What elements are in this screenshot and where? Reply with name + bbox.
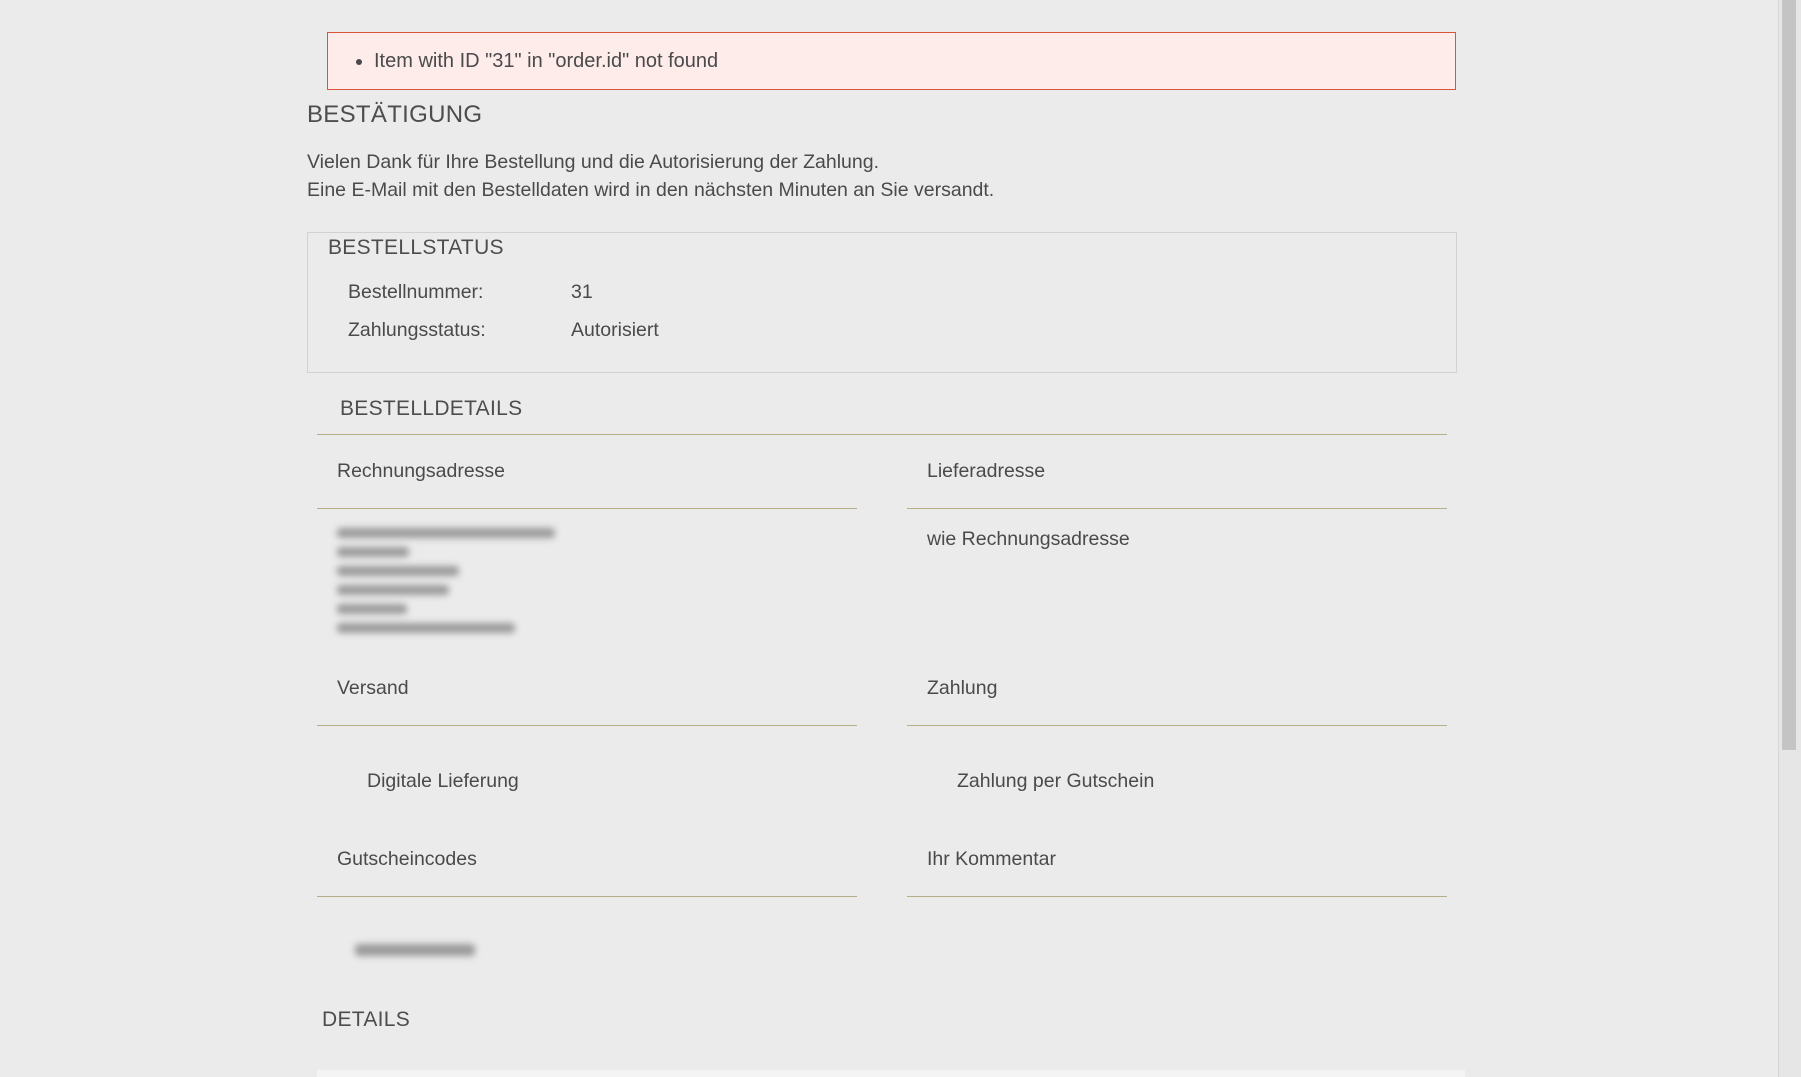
payment-title: Zahlung: [927, 677, 998, 699]
order-number-value: 31: [571, 281, 593, 303]
error-alert: Item with ID "31" in "order.id" not foun…: [327, 32, 1456, 90]
voucher-codes-title: Gutscheincodes: [337, 848, 477, 870]
voucher-code-blurred: [355, 944, 475, 956]
confirmation-line-2: Eine E-Mail mit den Bestelldaten wird in…: [307, 179, 995, 201]
shipping-address-title: Lieferadresse: [927, 460, 1046, 482]
scrollbar-thumb[interactable]: [1782, 0, 1796, 750]
details-panel: [317, 1070, 1465, 1077]
voucher-codes-divider: [317, 896, 857, 897]
order-confirmation-page: Item with ID "31" in "order.id" not foun…: [0, 0, 1801, 1077]
order-number-label: Bestellnummer:: [348, 281, 484, 303]
payment-status-label: Zahlungsstatus:: [348, 319, 486, 341]
confirmation-text: Vielen Dank für Ihre Bestellung und die …: [307, 148, 994, 204]
payment-divider: [907, 725, 1447, 726]
shipping-divider: [317, 725, 857, 726]
shipping-value: Digitale Lieferung: [367, 770, 519, 792]
order-details-divider: [317, 434, 1447, 435]
error-list: Item with ID "31" in "order.id" not foun…: [328, 50, 718, 73]
error-message: Item with ID "31" in "order.id" not foun…: [374, 50, 718, 73]
vertical-scrollbar[interactable]: [1778, 0, 1801, 1077]
billing-address-blurred: [337, 528, 572, 642]
details-title: DETAILS: [322, 1008, 411, 1031]
confirmation-title: BESTÄTIGUNG: [307, 101, 483, 128]
comment-divider: [907, 896, 1447, 897]
payment-status-value: Autorisiert: [571, 319, 659, 341]
payment-value: Zahlung per Gutschein: [957, 770, 1155, 792]
shipping-title: Versand: [337, 677, 409, 699]
shipping-address-divider: [907, 508, 1447, 509]
billing-address-divider: [317, 508, 857, 509]
order-status-title: BESTELLSTATUS: [328, 236, 504, 259]
billing-address-title: Rechnungsadresse: [337, 460, 506, 482]
shipping-address-value: wie Rechnungsadresse: [927, 528, 1130, 550]
confirmation-line-1: Vielen Dank für Ihre Bestellung und die …: [307, 151, 880, 173]
comment-title: Ihr Kommentar: [927, 848, 1056, 870]
order-details-title: BESTELLDETAILS: [340, 397, 523, 420]
